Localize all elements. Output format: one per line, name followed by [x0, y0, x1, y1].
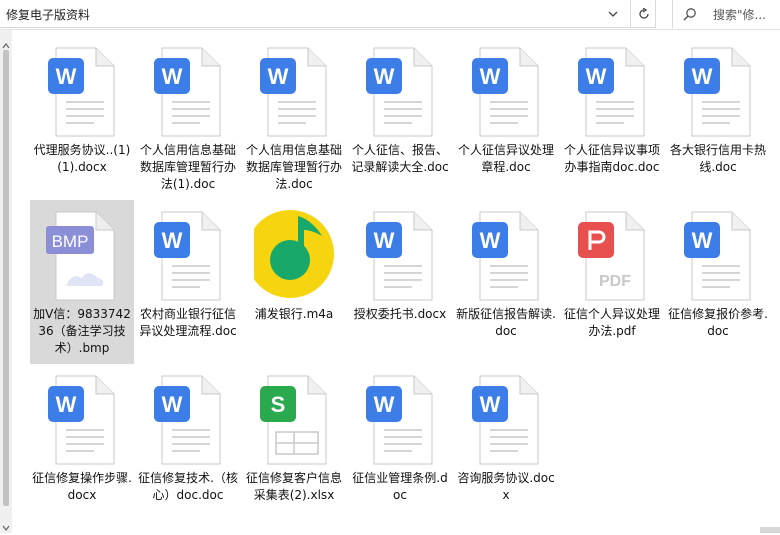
- file-item[interactable]: W 征信修复报价参考.doc: [666, 200, 770, 364]
- file-name: 新版征信报告解读.doc: [456, 307, 556, 338]
- scroll-down-icon[interactable]: [2, 516, 10, 535]
- file-name: 授权委托书.docx: [353, 307, 447, 321]
- svg-text:W: W: [56, 64, 77, 89]
- file-name: 个人信用信息基础数据库管理暂行办法.doc: [245, 143, 342, 191]
- file-name: 浦发银行.m4a: [254, 307, 334, 321]
- scrollbar-thumb[interactable]: [3, 50, 9, 506]
- excel-file-icon: S: [254, 370, 334, 470]
- file-item[interactable]: W 个人征信异议事项办事指南doc.doc: [560, 36, 664, 200]
- file-name: 各大银行信用卡热线.doc: [669, 143, 766, 174]
- file-name: 个人信用信息基础数据库管理暂行办法(1).doc: [139, 143, 236, 191]
- pdf-file-icon: PDF: [572, 206, 652, 306]
- chevron-down-icon[interactable]: [601, 0, 625, 28]
- file-item[interactable]: W 个人信用信息基础数据库管理暂行办法(1).doc: [136, 36, 240, 200]
- svg-text:S: S: [271, 392, 286, 417]
- address-bar[interactable]: 修复电子版资料: [0, 0, 656, 28]
- svg-text:W: W: [480, 64, 501, 89]
- word-file-icon: W: [678, 42, 758, 142]
- file-item[interactable]: W 各大银行信用卡热线.doc: [666, 36, 770, 200]
- svg-text:W: W: [162, 392, 183, 417]
- file-item[interactable]: W 咨询服务协议.docx: [454, 364, 558, 528]
- word-file-icon: W: [148, 42, 228, 142]
- file-name: 征信修复客户信息采集表(2).xlsx: [245, 471, 342, 502]
- file-name: 征信修复技术.（核心）doc.doc: [138, 471, 238, 502]
- word-file-icon: W: [466, 42, 546, 142]
- address-path: 修复电子版资料: [6, 8, 91, 22]
- svg-text:W: W: [692, 64, 713, 89]
- horizontal-scrollbar[interactable]: [760, 527, 780, 533]
- file-item[interactable]: W 个人征信异议处理章程.doc: [454, 36, 558, 200]
- search-box[interactable]: 搜索"修...: [672, 0, 780, 28]
- bmp-file-icon: BMP: [42, 206, 122, 306]
- svg-text:W: W: [162, 228, 183, 253]
- file-item[interactable]: 浦发银行.m4a: [242, 200, 346, 364]
- file-item[interactable]: W 征信修复操作步骤.docx: [30, 364, 134, 528]
- file-name: 征信业管理条例.doc: [352, 471, 448, 502]
- svg-text:W: W: [56, 392, 77, 417]
- toolbar: 修复电子版资料 搜索"修...: [0, 0, 780, 30]
- svg-text:W: W: [480, 228, 501, 253]
- search-icon: [683, 6, 697, 25]
- svg-text:W: W: [374, 392, 395, 417]
- file-item[interactable]: S 征信修复客户信息采集表(2).xlsx: [242, 364, 346, 528]
- file-item[interactable]: W 征信业管理条例.doc: [348, 364, 452, 528]
- word-file-icon: W: [572, 42, 652, 142]
- file-item[interactable]: W 个人信用信息基础数据库管理暂行办法.doc: [242, 36, 346, 200]
- file-name: 农村商业银行征信异议处理流程.doc: [139, 307, 237, 338]
- file-item[interactable]: W 征信修复技术.（核心）doc.doc: [136, 364, 240, 528]
- svg-text:BMP: BMP: [52, 232, 89, 251]
- svg-text:W: W: [162, 64, 183, 89]
- file-name: 征信个人异议处理办法.pdf: [563, 307, 660, 338]
- word-file-icon: W: [148, 206, 228, 306]
- word-file-icon: W: [148, 370, 228, 470]
- file-name: 代理服务协议..(1)(1).docx: [33, 143, 131, 174]
- vertical-scrollbar[interactable]: [0, 30, 12, 533]
- svg-text:W: W: [268, 64, 289, 89]
- file-item[interactable]: W 代理服务协议..(1)(1).docx: [30, 36, 134, 200]
- file-item[interactable]: BMP 加V信：983374236（备注学习技术）.bmp: [30, 200, 134, 364]
- svg-text:PDF: PDF: [599, 273, 631, 290]
- file-name: 咨询服务协议.docx: [457, 471, 555, 502]
- search-input[interactable]: 搜索"修...: [713, 6, 766, 23]
- svg-text:W: W: [692, 228, 713, 253]
- svg-text:W: W: [374, 64, 395, 89]
- svg-text:W: W: [374, 228, 395, 253]
- word-file-icon: W: [360, 42, 440, 142]
- word-file-icon: W: [42, 42, 122, 142]
- word-file-icon: W: [360, 370, 440, 470]
- word-file-icon: W: [42, 370, 122, 470]
- word-file-icon: W: [360, 206, 440, 306]
- file-name: 个人征信、报告、记录解读大全.doc: [351, 143, 449, 174]
- file-name: 个人征信异议事项办事指南doc.doc: [563, 143, 660, 174]
- file-name: 加V信：983374236（备注学习技术）.bmp: [33, 307, 131, 355]
- svg-text:W: W: [480, 392, 501, 417]
- file-name: 个人征信异议处理章程.doc: [457, 143, 554, 174]
- file-name: 征信修复操作步骤.docx: [32, 471, 132, 502]
- word-file-icon: W: [466, 370, 546, 470]
- word-file-icon: W: [678, 206, 758, 306]
- file-item[interactable]: W 农村商业银行征信异议处理流程.doc: [136, 200, 240, 364]
- file-item[interactable]: W 授权委托书.docx: [348, 200, 452, 364]
- word-file-icon: W: [466, 206, 546, 306]
- file-item[interactable]: W 个人征信、报告、记录解读大全.doc: [348, 36, 452, 200]
- file-item[interactable]: W 新版征信报告解读.doc: [454, 200, 558, 364]
- word-file-icon: W: [254, 42, 334, 142]
- file-name: 征信修复报价参考.doc: [668, 307, 768, 338]
- svg-text:W: W: [586, 64, 607, 89]
- music-file-icon: [246, 206, 334, 306]
- refresh-icon[interactable]: [630, 0, 657, 28]
- file-item[interactable]: PDF 征信个人异议处理办法.pdf: [560, 200, 664, 364]
